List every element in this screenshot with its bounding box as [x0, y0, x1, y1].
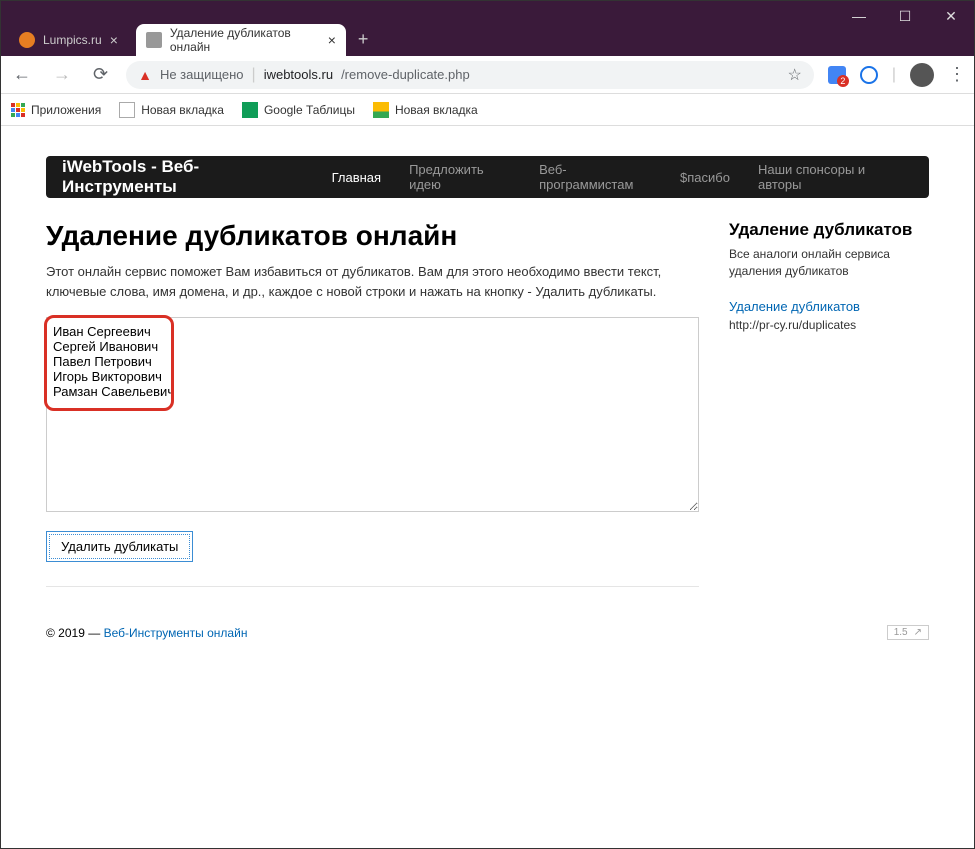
page-title: Удаление дубликатов онлайн	[46, 220, 699, 252]
bookmark-label: Новая вкладка	[395, 103, 478, 117]
bookmark-label: Новая вкладка	[141, 103, 224, 117]
nav-link-suggest[interactable]: Предложить идею	[397, 150, 523, 204]
address-bar: ← → ⟳ ▲ Не защищено | iwebtools.ru/remov…	[1, 56, 974, 94]
copyright-text: © 2019 —	[46, 626, 100, 640]
profile-avatar[interactable]	[910, 63, 934, 87]
browser-tab-active[interactable]: Удаление дубликатов онлайн ×	[136, 24, 346, 56]
sheets-icon	[242, 102, 258, 118]
bookmark-label: Приложения	[31, 103, 101, 117]
tab-favicon	[19, 32, 35, 48]
nav-link-thanks[interactable]: $пасибо	[668, 158, 742, 197]
nav-link-sponsors[interactable]: Наши спонсоры и авторы	[746, 150, 913, 204]
image-icon	[373, 102, 389, 118]
site-brand[interactable]: iWebTools - Веб-Инструменты	[62, 157, 296, 197]
bookmarks-bar: Приложения Новая вкладка Google Таблицы …	[1, 94, 974, 126]
badge-text: 1.5	[894, 627, 908, 638]
sidebar-link[interactable]: Удаление дубликатов	[729, 299, 860, 314]
separator: |	[892, 66, 896, 84]
page-icon	[119, 102, 135, 118]
main-column: Удаление дубликатов онлайн Этот онлайн с…	[46, 220, 699, 587]
tab-title: Удаление дубликатов онлайн	[170, 26, 320, 54]
security-warning-text: Не защищено	[160, 67, 244, 82]
external-icon: ↗	[914, 627, 922, 638]
back-button[interactable]: ←	[9, 60, 35, 89]
window-titlebar: Lumpics.ru × Удаление дубликатов онлайн …	[1, 1, 974, 56]
url-path: /remove-duplicate.php	[341, 67, 470, 82]
separator: |	[252, 66, 256, 84]
security-warning-icon: ▲	[138, 67, 152, 83]
divider	[46, 586, 699, 587]
duplicates-textarea[interactable]	[46, 317, 699, 512]
bookmark-google-sheets[interactable]: Google Таблицы	[242, 102, 355, 118]
bookmark-new-tab-2[interactable]: Новая вкладка	[373, 102, 478, 118]
forward-button[interactable]: →	[49, 60, 75, 89]
maximize-button[interactable]: ☐	[882, 1, 928, 31]
reload-button[interactable]: ⟳	[89, 60, 112, 89]
nav-link-home[interactable]: Главная	[320, 158, 393, 197]
menu-button[interactable]: ⋮	[948, 64, 966, 85]
bookmark-apps[interactable]: Приложения	[11, 103, 101, 117]
page-description: Этот онлайн сервис поможет Вам избавитьс…	[46, 262, 699, 301]
bookmark-new-tab-1[interactable]: Новая вкладка	[119, 102, 224, 118]
tab-favicon	[146, 32, 162, 48]
page-footer: © 2019 — Веб-Инструменты онлайн 1.5 ↗	[46, 625, 929, 640]
footer-link[interactable]: Веб-Инструменты онлайн	[104, 626, 248, 640]
extension-ghostery-icon[interactable]	[828, 66, 846, 84]
close-icon[interactable]: ×	[110, 32, 118, 48]
sidebar-column: Удаление дубликатов Все аналоги онлайн с…	[729, 220, 929, 587]
close-button[interactable]: ✕	[928, 1, 974, 31]
remove-duplicates-button[interactable]: Удалить дубликаты	[46, 531, 193, 562]
close-icon[interactable]: ×	[328, 32, 336, 48]
sidebar-heading: Удаление дубликатов	[729, 220, 929, 240]
new-tab-button[interactable]: +	[358, 29, 369, 50]
url-input[interactable]: ▲ Не защищено | iwebtools.ru/remove-dupl…	[126, 61, 814, 89]
nav-link-devs[interactable]: Веб-программистам	[527, 150, 664, 204]
url-host: iwebtools.ru	[264, 67, 333, 82]
footer-badge[interactable]: 1.5 ↗	[887, 625, 929, 640]
bookmark-label: Google Таблицы	[264, 103, 355, 117]
extension-globe-icon[interactable]	[860, 66, 878, 84]
minimize-button[interactable]: ―	[836, 1, 882, 31]
apps-icon	[11, 103, 25, 117]
tab-title: Lumpics.ru	[43, 33, 102, 47]
sidebar-link-url: http://pr-cy.ru/duplicates	[729, 318, 856, 332]
browser-tab-lumpics[interactable]: Lumpics.ru ×	[9, 24, 128, 56]
site-navbar: iWebTools - Веб-Инструменты Главная Пред…	[46, 156, 929, 198]
sidebar-desc: Все аналоги онлайн сервиса удаления дубл…	[729, 246, 929, 280]
page-content: iWebTools - Веб-Инструменты Главная Пред…	[1, 126, 974, 670]
bookmark-star-icon[interactable]: ☆	[788, 65, 802, 85]
